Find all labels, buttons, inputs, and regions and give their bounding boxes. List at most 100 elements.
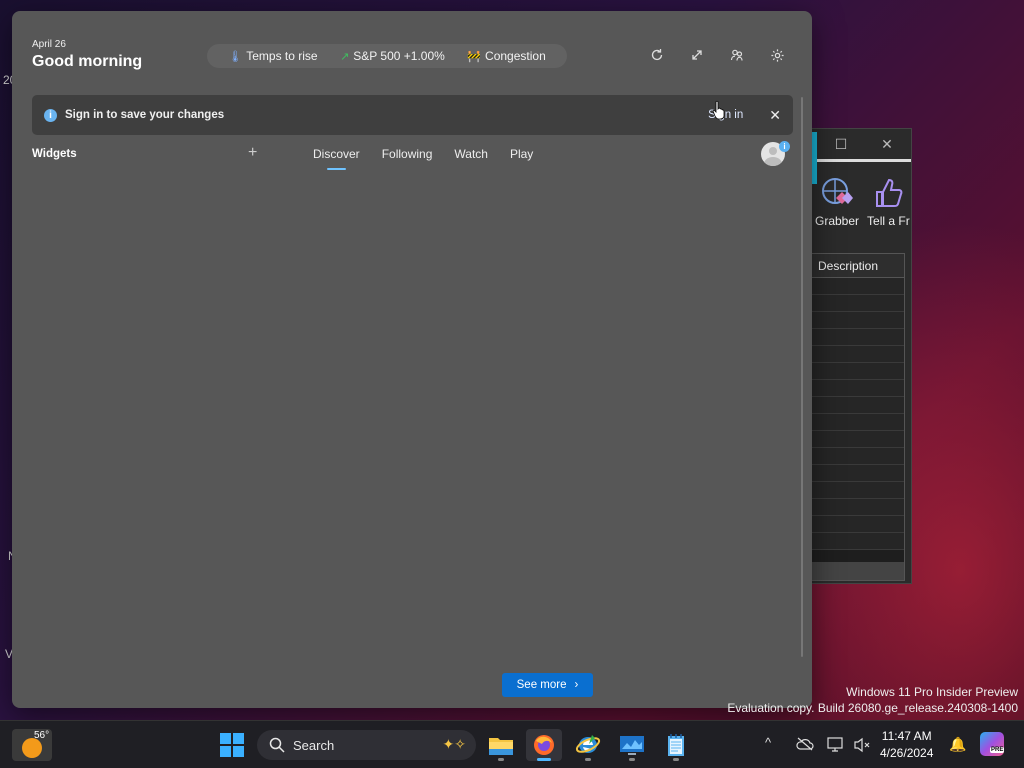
start-button[interactable] <box>220 733 244 757</box>
close-icon[interactable]: ✕ <box>879 136 895 153</box>
weather-widget-button[interactable]: 56° <box>12 729 52 761</box>
table-row[interactable] <box>812 278 904 295</box>
info-icon: i <box>44 108 57 122</box>
table-row[interactable] <box>812 295 904 312</box>
chip-label: S&P 500 +1.00% <box>353 49 445 63</box>
sparkle-icon: ✦✧ <box>442 736 466 752</box>
clock-date: 4/26/2024 <box>880 746 934 760</box>
hand-cursor-icon <box>713 100 725 120</box>
panel-scrollbar[interactable] <box>801 97 803 657</box>
see-more-label: See more <box>516 679 567 691</box>
ribbon-item-grabber[interactable]: Grabber <box>815 176 859 228</box>
maximize-icon[interactable]: ☐ <box>833 136 849 153</box>
settings-gear-icon[interactable] <box>768 46 786 64</box>
network-icon[interactable] <box>827 737 845 753</box>
table-row[interactable] <box>812 516 904 533</box>
notepad-icon[interactable] <box>658 729 694 761</box>
table-row[interactable] <box>812 431 904 448</box>
expand-icon[interactable] <box>688 46 706 64</box>
table-row[interactable] <box>812 346 904 363</box>
cloud-offline-icon[interactable] <box>796 737 814 751</box>
taskbar-search[interactable]: Search ✦✧ <box>257 730 476 760</box>
banner-message: Sign in to save your changes <box>65 109 225 121</box>
monitor-app-icon[interactable] <box>614 729 650 761</box>
table-row[interactable] <box>812 397 904 414</box>
running-indicator <box>585 758 591 761</box>
table-row[interactable] <box>812 363 904 380</box>
chip-weather[interactable]: 🌡 Temps to rise <box>228 49 317 63</box>
clock-time: 11:47 AM <box>881 729 932 743</box>
avatar-body <box>764 157 782 166</box>
table-row[interactable] <box>812 414 904 431</box>
traffic-icon: 🚧 <box>467 50 482 63</box>
sun-icon <box>22 738 42 758</box>
column-header-description[interactable]: Description <box>812 254 904 278</box>
chip-stocks[interactable]: ↗ S&P 500 +1.00% <box>340 49 445 63</box>
start-tile <box>233 746 244 757</box>
ribbon-item-tell-a-friend[interactable]: Tell a Fr <box>867 176 910 228</box>
chip-label: Temps to rise <box>246 49 318 63</box>
weather-temperature: 56° <box>34 730 50 741</box>
taskbar: 56° Search ✦✧ ^ 11:47 AM 4/26/2024 🔔 PRE <box>0 720 1024 768</box>
system-clock[interactable]: 11:47 AM 4/26/2024 <box>880 728 933 762</box>
chevron-right-icon: › <box>574 679 579 691</box>
table-row[interactable] <box>812 499 904 516</box>
panel-date: April 26 <box>32 39 66 50</box>
watermark-line: Evaluation copy. Build 26080.ge_release.… <box>727 701 1018 715</box>
see-more-button[interactable]: See more › <box>502 673 593 697</box>
people-icon[interactable] <box>728 46 746 64</box>
thermometer-icon: 🌡 <box>228 50 243 63</box>
signin-banner: i Sign in to save your changes Sign in ✕ <box>32 95 793 135</box>
search-label: Search <box>293 737 335 753</box>
internet-explorer-icon[interactable] <box>570 729 606 761</box>
grabber-icon <box>822 178 854 204</box>
start-tile <box>220 746 231 757</box>
window-accent-edge <box>812 132 817 184</box>
start-tile <box>220 733 231 744</box>
table-row[interactable] <box>812 465 904 482</box>
chip-label: Congestion <box>485 49 546 63</box>
running-indicator <box>673 758 679 761</box>
table-row[interactable] <box>812 312 904 329</box>
running-indicator <box>537 758 551 761</box>
widgets-title: Widgets <box>32 148 77 160</box>
data-grid[interactable]: Description <box>811 253 905 581</box>
file-explorer-icon[interactable] <box>483 729 519 761</box>
start-tile <box>233 733 244 744</box>
tab-discover[interactable]: Discover <box>313 147 360 170</box>
widgets-panel[interactable]: April 26 Good morning 🌡 Temps to rise ↗ … <box>12 11 812 708</box>
horizontal-scrollbar[interactable] <box>812 562 904 580</box>
tab-watch[interactable]: Watch <box>454 147 488 161</box>
ribbon-label: Grabber <box>815 214 860 228</box>
chip-traffic[interactable]: 🚧 Congestion <box>467 49 545 63</box>
refresh-icon[interactable] <box>648 46 666 64</box>
table-row[interactable] <box>812 482 904 499</box>
ribbon-label: Tell a Fr <box>867 214 910 228</box>
copilot-icon[interactable]: PRE <box>980 732 1005 756</box>
preview-badge: PRE <box>990 747 1005 753</box>
tab-following[interactable]: Following <box>382 147 433 161</box>
header-actions <box>648 46 786 64</box>
tab-play[interactable]: Play <box>510 147 533 161</box>
table-row[interactable] <box>812 533 904 550</box>
feed-tabs: Discover Following Watch Play <box>313 147 533 170</box>
table-row[interactable] <box>812 448 904 465</box>
trend-up-icon: ↗ <box>340 50 350 63</box>
avatar-head <box>769 147 777 155</box>
greeting-header: April 26 Good morning <box>32 39 142 71</box>
chevron-up-icon[interactable]: ^ <box>765 735 771 750</box>
window-titlebar[interactable]: ☐ ✕ <box>811 129 911 159</box>
avatar-info-badge: i <box>779 141 790 152</box>
running-indicator <box>629 758 635 761</box>
firefox-icon[interactable] <box>526 729 562 761</box>
close-icon[interactable]: ✕ <box>769 107 781 124</box>
notification-bell-icon[interactable]: 🔔 <box>949 736 966 753</box>
background-app-window[interactable]: ☐ ✕ Grabber Tell a Fr Description <box>810 128 912 584</box>
volume-muted-icon[interactable] <box>853 737 871 753</box>
info-chips: 🌡 Temps to rise ↗ S&P 500 +1.00% 🚧 Conge… <box>207 44 567 68</box>
add-widget-icon[interactable]: + <box>248 144 257 162</box>
thumbs-up-icon <box>876 178 903 207</box>
table-row[interactable] <box>812 380 904 397</box>
table-row[interactable] <box>812 329 904 346</box>
greeting-text: Good morning <box>32 53 143 70</box>
